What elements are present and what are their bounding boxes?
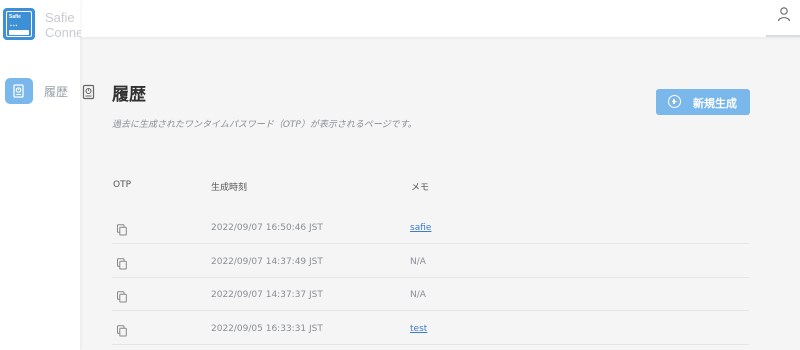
copy-icon[interactable] <box>116 322 128 337</box>
table-row: 2022/09/07 14:37:49 JST N/A <box>112 245 749 278</box>
memo-text: N/A <box>410 256 426 267</box>
top-header <box>80 0 800 37</box>
generated-time: 2022/09/07 14:37:37 JST <box>211 290 323 300</box>
brand-line-1: Safie <box>45 10 75 25</box>
new-otp-button-label: 新規生成 <box>693 97 737 110</box>
generated-time: 2022/09/05 16:33:31 JST <box>211 323 323 334</box>
user-menu-indicator <box>766 35 800 37</box>
copy-icon[interactable] <box>116 255 128 270</box>
sidebar-item-history[interactable]: 履歴 <box>3 78 79 104</box>
table-row: 2022/09/07 16:50:46 JST safie <box>112 211 749 244</box>
memo-text: N/A <box>410 290 426 300</box>
sidebar: Safie ▪▪▪ Safie Connect 履歴 <box>0 0 81 350</box>
table-row: 2022/09/07 14:37:37 JST N/A <box>112 278 749 311</box>
user-icon[interactable] <box>776 6 792 22</box>
logo-mark: Safie ▪▪▪ <box>6 11 32 37</box>
logo-badge-text: Safie <box>9 14 21 20</box>
memo-link[interactable]: safie <box>410 223 431 233</box>
sidebar-item-label: 履歴 <box>44 85 69 99</box>
copy-icon[interactable] <box>116 288 128 303</box>
brand-line-2: Connect <box>45 25 81 40</box>
history-icon <box>5 78 33 104</box>
history-icon <box>82 84 95 100</box>
column-header-time: 生成時刻 <box>211 183 248 193</box>
page-description: 過去に生成されたワンタイムパスワード（OTP）が表示されるページです。 <box>112 120 417 130</box>
new-otp-button[interactable]: 新規生成 <box>656 89 750 115</box>
table-row: 2022/09/05 16:33:31 JST test <box>112 312 749 345</box>
safie-logo[interactable]: Safie ▪▪▪ <box>3 8 35 40</box>
column-header-memo: メモ <box>411 183 430 193</box>
generated-time: 2022/09/07 16:50:46 JST <box>211 223 323 233</box>
copy-icon[interactable] <box>116 221 128 236</box>
brand-name: Safie Connect <box>45 10 81 40</box>
generated-time: 2022/09/07 14:37:49 JST <box>211 256 323 267</box>
column-header-otp: OTP <box>113 180 132 190</box>
page-title: 履歴 <box>112 85 146 105</box>
plus-circle-icon <box>668 95 681 108</box>
memo-link[interactable]: test <box>410 324 427 334</box>
